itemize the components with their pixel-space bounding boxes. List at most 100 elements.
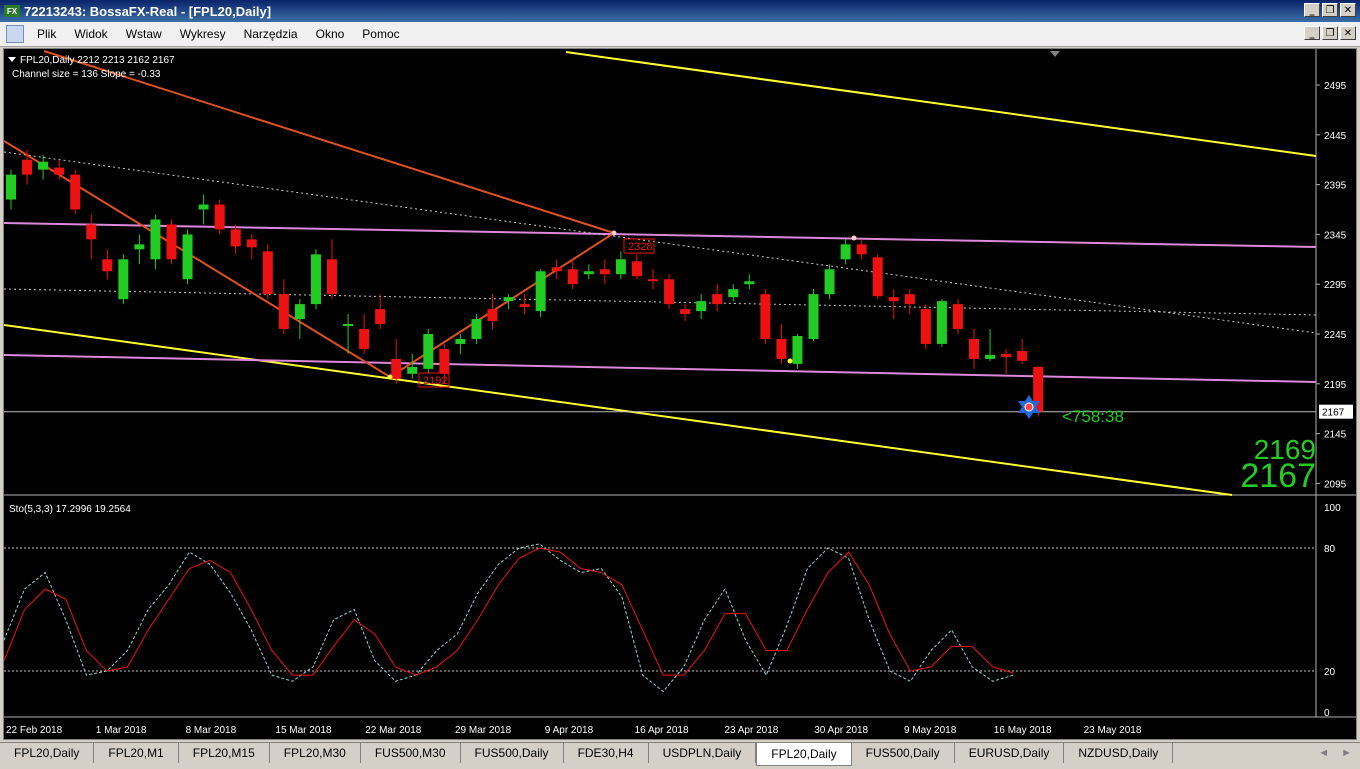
- menu-widok[interactable]: Widok: [65, 27, 116, 41]
- channel-upper-line: [565, 51, 1317, 157]
- symbol-dropdown-icon[interactable]: [8, 57, 16, 62]
- menu-okno[interactable]: Okno: [307, 27, 354, 41]
- date-tick-label: 15 Mar 2018: [275, 725, 332, 736]
- candle-body: [22, 159, 33, 175]
- menu-wykresy[interactable]: Wykresy: [171, 27, 235, 41]
- window-controls: _ ❐ ✕: [1304, 3, 1356, 17]
- chart-header-line1: FPL20,Daily 2212 2213 2162 2167: [20, 55, 175, 66]
- channel-mid-lower-line: [4, 354, 1317, 383]
- zigzag-high-dot: [611, 230, 617, 236]
- menu-narzedzia[interactable]: Narzędzia: [235, 27, 307, 41]
- app-icon: FX: [4, 5, 20, 17]
- zigzag-low-dot: [387, 374, 393, 380]
- candle-body: [824, 269, 835, 295]
- channel-lower-line: [4, 324, 1233, 496]
- candle-body: [840, 244, 851, 260]
- mdi-close-button[interactable]: ✕: [1340, 26, 1356, 40]
- candle-body: [198, 204, 209, 210]
- date-tick-label: 22 Feb 2018: [6, 725, 63, 736]
- candle-body: [182, 234, 193, 280]
- candle-body: [776, 338, 787, 359]
- date-tick-label: 1 Mar 2018: [96, 725, 147, 736]
- date-tick-label: 29 Mar 2018: [455, 725, 512, 736]
- candle-body: [631, 261, 642, 277]
- price-chart[interactable]: 2495 2445 2395 2345 2295 2245 2195 2145 2095 2167…: [4, 49, 1356, 739]
- tab-fpl20-m30[interactable]: FPL20,M30: [270, 743, 361, 763]
- candle-body: [278, 294, 289, 330]
- tab-fpl20-daily-active[interactable]: FPL20,Daily: [756, 743, 852, 766]
- tab-fpl20-m1[interactable]: FPL20,M1: [94, 743, 179, 763]
- tab-fus500-m30[interactable]: FUS500,M30: [361, 743, 461, 763]
- stoch-tick-label: 20: [1324, 667, 1336, 678]
- candle-body: [86, 224, 97, 240]
- tab-eurusd-daily[interactable]: EURUSD,Daily: [955, 743, 1065, 763]
- candle-body: [856, 244, 867, 255]
- candle-body: [1001, 353, 1012, 357]
- candle-body: [792, 335, 803, 364]
- date-tick-label: 8 Mar 2018: [186, 725, 237, 736]
- candle-body: [728, 289, 739, 298]
- scroll-marker-icon: [1050, 51, 1060, 57]
- candle-body: [423, 334, 434, 369]
- date-tick-label: 9 May 2018: [904, 725, 957, 736]
- candle-body: [487, 309, 498, 322]
- stoch-d-line: [4, 547, 1014, 676]
- minimize-button[interactable]: _: [1304, 3, 1320, 17]
- mdi-restore-button[interactable]: ❐: [1322, 26, 1338, 40]
- price-tick-label: 2445: [1324, 131, 1347, 142]
- low-marker-label: 2192: [423, 375, 447, 387]
- channel-mid-upper-line: [4, 222, 1317, 248]
- candle-body: [310, 254, 321, 305]
- candle-body: [920, 309, 931, 344]
- menu-plik[interactable]: Plik: [28, 27, 65, 41]
- date-tick-label: 22 Mar 2018: [365, 725, 422, 736]
- indicator-label: Sto(5,3,3) 17.2996 19.2564: [9, 504, 131, 515]
- close-button[interactable]: ✕: [1340, 3, 1356, 17]
- restore-button[interactable]: ❐: [1322, 3, 1338, 17]
- signal-dot: [1024, 402, 1034, 412]
- tab-usdpln-daily[interactable]: USDPLN,Daily: [649, 743, 757, 763]
- menu-wstaw[interactable]: Wstaw: [117, 27, 171, 41]
- date-tick-label: 9 Apr 2018: [545, 725, 594, 736]
- tab-scroll-left-icon[interactable]: ◄: [1318, 747, 1329, 759]
- tab-fpl20-daily-1[interactable]: FPL20,Daily: [0, 743, 95, 763]
- candle-body: [359, 329, 370, 349]
- date-tick-label: 30 Apr 2018: [814, 725, 868, 736]
- candle-body: [246, 239, 257, 248]
- tab-fus500-daily-1[interactable]: FUS500,Daily: [461, 743, 564, 763]
- mdi-minimize-button[interactable]: _: [1304, 26, 1320, 40]
- tab-scroll-right-icon[interactable]: ►: [1341, 747, 1352, 759]
- candle-body: [551, 267, 562, 272]
- candle-body: [599, 269, 610, 275]
- candle-body: [391, 358, 402, 379]
- candle-body: [70, 174, 81, 210]
- candle-body: [230, 229, 241, 247]
- candle-body: [38, 161, 49, 170]
- tab-scroll-arrows[interactable]: ◄ ►: [1318, 747, 1352, 759]
- chart-window-icon[interactable]: [6, 25, 24, 43]
- candle-body: [166, 224, 177, 260]
- candle-body: [712, 294, 723, 305]
- candle-body: [294, 304, 305, 320]
- mdi-controls: _ ❐ ✕: [1304, 26, 1356, 40]
- tab-fde30-h4[interactable]: FDE30,H4: [564, 743, 649, 763]
- candle-body: [952, 304, 963, 330]
- price-tick-label: 2395: [1324, 181, 1347, 192]
- chart-window[interactable]: 2495 2445 2395 2345 2295 2245 2195 2145 2095 2167…: [3, 48, 1357, 740]
- tab-fpl20-m15[interactable]: FPL20,M15: [179, 743, 270, 763]
- candle-body: [567, 269, 578, 285]
- candle-body: [343, 324, 354, 327]
- menu-pomoc[interactable]: Pomoc: [353, 27, 408, 41]
- candle-body: [664, 279, 675, 305]
- candle-body: [327, 259, 337, 295]
- big-price-ask: 2167: [1240, 457, 1316, 495]
- tab-fus500-daily-2[interactable]: FUS500,Daily: [852, 743, 955, 763]
- current-price-label: 2167: [1322, 408, 1345, 419]
- candle-body: [54, 167, 65, 175]
- dotted-mid-line: [4, 288, 1317, 316]
- candle-body: [118, 259, 129, 300]
- price-tick-label: 2145: [1324, 430, 1347, 441]
- tab-nzdusd-daily[interactable]: NZDUSD,Daily: [1064, 743, 1174, 763]
- candle-body: [375, 309, 386, 325]
- zigzag-line: [4, 140, 615, 379]
